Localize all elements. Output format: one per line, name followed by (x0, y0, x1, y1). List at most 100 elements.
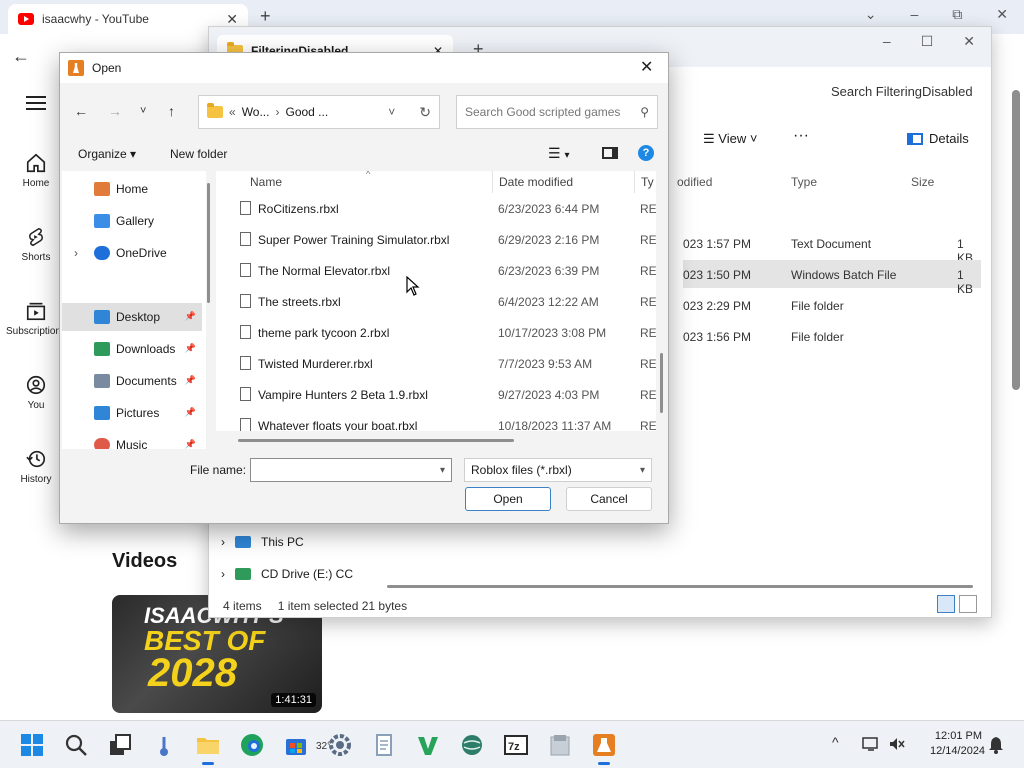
file-row[interactable]: Whatever floats your boat.rbxl 10/18/202… (216, 410, 656, 431)
file-name-input[interactable]: ▾ (250, 458, 452, 482)
file-row[interactable]: theme park tycoon 2.rbxl 10/17/2023 3:08… (216, 317, 656, 348)
expand-chevron-icon[interactable]: › (221, 567, 225, 581)
expand-chevron-icon[interactable]: › (74, 246, 88, 260)
file-explorer-icon[interactable] (196, 733, 220, 765)
restore-button[interactable]: ⧉ (952, 6, 962, 23)
notification-bell-icon[interactable] (988, 736, 1004, 754)
file-list-horizontal-scrollbar[interactable] (238, 439, 514, 442)
chevron-down-icon[interactable]: ▾ (440, 465, 445, 476)
show-hidden-icons-chevron[interactable]: ^ (832, 734, 839, 750)
column-type[interactable]: Ty (634, 171, 654, 193)
column-type[interactable]: Type (791, 175, 817, 189)
tray-clock[interactable]: 12:01 PM 12/14/2024 (930, 729, 985, 759)
task-view-icon[interactable] (108, 733, 132, 757)
forward-arrow-icon[interactable]: → (108, 103, 122, 119)
file-row[interactable]: RoCitizens.rbxl 6/23/2023 6:44 PM RE (216, 193, 656, 224)
view-menu-button[interactable]: ☰ View ˅ (703, 131, 757, 147)
edge-icon[interactable] (240, 733, 264, 757)
up-arrow-icon[interactable]: ↑ (168, 103, 175, 119)
nav-pane-scrollbar[interactable] (207, 183, 210, 303)
dialog-close-button[interactable]: ✕ (640, 57, 653, 77)
open-button[interactable]: Open (465, 487, 551, 511)
column-date-modified[interactable]: Date modified (492, 171, 573, 193)
globe-app-icon[interactable] (460, 733, 484, 757)
notepad-icon[interactable] (372, 733, 396, 757)
new-folder-button[interactable]: New folder (170, 147, 227, 161)
organize-menu-button[interactable]: Organize ▾ (78, 147, 136, 161)
weather-icon[interactable]: 32° (152, 733, 331, 757)
store-icon[interactable] (284, 733, 308, 757)
close-tab-icon[interactable]: ✕ (226, 11, 238, 28)
breadcrumb-segment[interactable]: Good ... (285, 105, 328, 119)
explorer-file-row-selected[interactable]: 023 1:50 PM Windows Batch File 1 KB (683, 260, 981, 296)
roblox-studio-icon[interactable] (592, 733, 616, 765)
preview-pane-icon[interactable] (602, 147, 618, 159)
expand-chevron-icon[interactable]: › (221, 535, 225, 549)
file-row[interactable]: Twisted Murderer.rbxl 7/7/2023 9:53 AM R… (216, 348, 656, 379)
close-window-button[interactable]: ✕ (963, 33, 975, 50)
sidebar-item-desktop[interactable]: Desktop 📌 (62, 303, 202, 331)
explorer-search-box[interactable]: Search FilteringDisabled (831, 79, 991, 107)
back-button[interactable]: ← (12, 46, 30, 67)
network-icon[interactable] (862, 736, 880, 752)
more-options-button[interactable]: ··· (793, 127, 809, 145)
sidebar-item-pictures[interactable]: Pictures 📌 (62, 399, 202, 427)
back-arrow-icon[interactable]: ← (74, 103, 88, 119)
nav-this-pc[interactable]: › This PC (221, 535, 304, 549)
close-window-button[interactable]: ✕ (996, 6, 1008, 23)
browser-scrollbar[interactable] (1010, 80, 1020, 720)
nav-cd-drive[interactable]: › CD Drive (E:) CC (221, 567, 353, 581)
chevron-down-icon: ▾ (564, 150, 570, 161)
minimize-button[interactable]: – (910, 6, 918, 23)
sidebar-item-gallery[interactable]: Gallery (62, 207, 202, 235)
tab-search-icon[interactable]: ⌄ (865, 6, 877, 23)
help-icon[interactable]: ? (638, 145, 654, 161)
explorer-horizontal-scrollbar[interactable] (387, 585, 973, 588)
pin-icon[interactable]: 📌 (185, 375, 196, 386)
pin-icon[interactable]: 📌 (185, 407, 196, 418)
sidebar-item-documents[interactable]: Documents 📌 (62, 367, 202, 395)
explorer-file-row[interactable]: 023 1:56 PM File folder (683, 322, 981, 350)
new-tab-button[interactable]: + (260, 6, 271, 27)
chevron-down-icon[interactable]: ˅ (388, 105, 395, 119)
column-date-modified[interactable]: odified (677, 175, 712, 189)
sidebar-item-downloads[interactable]: Downloads 📌 (62, 335, 202, 363)
large-icons-view-button[interactable] (959, 595, 977, 613)
details-view-button[interactable] (937, 595, 955, 613)
visual-studio-icon[interactable] (416, 733, 440, 757)
recent-locations-icon[interactable]: ˅ (140, 105, 146, 117)
refresh-icon[interactable]: ↻ (419, 104, 431, 121)
minimize-button[interactable]: – (883, 33, 891, 50)
cancel-button[interactable]: Cancel (566, 487, 652, 511)
pin-icon[interactable]: 📌 (185, 343, 196, 354)
file-row[interactable]: The Normal Elevator.rbxl 6/23/2023 6:39 … (216, 255, 656, 286)
sidebar-item-onedrive[interactable]: › OneDrive (62, 239, 202, 267)
sidebar-item-music[interactable]: Music 📌 (62, 431, 202, 449)
speaker-muted-icon[interactable] (888, 736, 906, 752)
sidebar-item-home[interactable]: Home (62, 175, 202, 203)
start-icon[interactable] (20, 733, 44, 757)
breadcrumb-overflow[interactable]: « (229, 105, 236, 119)
menu-icon[interactable] (26, 96, 46, 114)
pin-icon[interactable]: 📌 (185, 439, 196, 449)
address-bar[interactable]: « Wo... › Good ... ˅ ↻ (198, 95, 440, 129)
column-size[interactable]: Size (911, 175, 934, 189)
file-row[interactable]: Vampire Hunters 2 Beta 1.9.rbxl 9/27/202… (216, 379, 656, 410)
settings-icon[interactable] (328, 733, 352, 757)
7zip-icon[interactable]: 7z (504, 733, 528, 757)
dialog-search-box[interactable]: Search Good scripted games ⚲ (456, 95, 658, 129)
breadcrumb-segment[interactable]: Wo... (242, 105, 270, 119)
column-name[interactable]: Name (250, 175, 282, 189)
maximize-button[interactable]: ☐ (921, 33, 934, 50)
file-type-select[interactable]: Roblox files (*.rbxl) ▾ (464, 458, 652, 482)
pin-icon[interactable]: 📌 (185, 311, 196, 322)
details-pane-button[interactable]: Details (907, 131, 969, 146)
archive-app-icon[interactable] (548, 733, 572, 757)
file-list-vertical-scrollbar[interactable] (660, 353, 663, 413)
explorer-file-row[interactable]: 023 2:29 PM File folder (683, 291, 981, 319)
file-row[interactable]: The streets.rbxl 6/4/2023 12:22 AM RE (216, 286, 656, 317)
file-row[interactable]: Super Power Training Simulator.rbxl 6/29… (216, 224, 656, 255)
explorer-file-row[interactable]: 023 1:57 PM Text Document 1 KB (683, 229, 981, 265)
change-view-button[interactable]: ☰ ▾ (548, 145, 569, 162)
search-icon[interactable] (64, 733, 88, 757)
